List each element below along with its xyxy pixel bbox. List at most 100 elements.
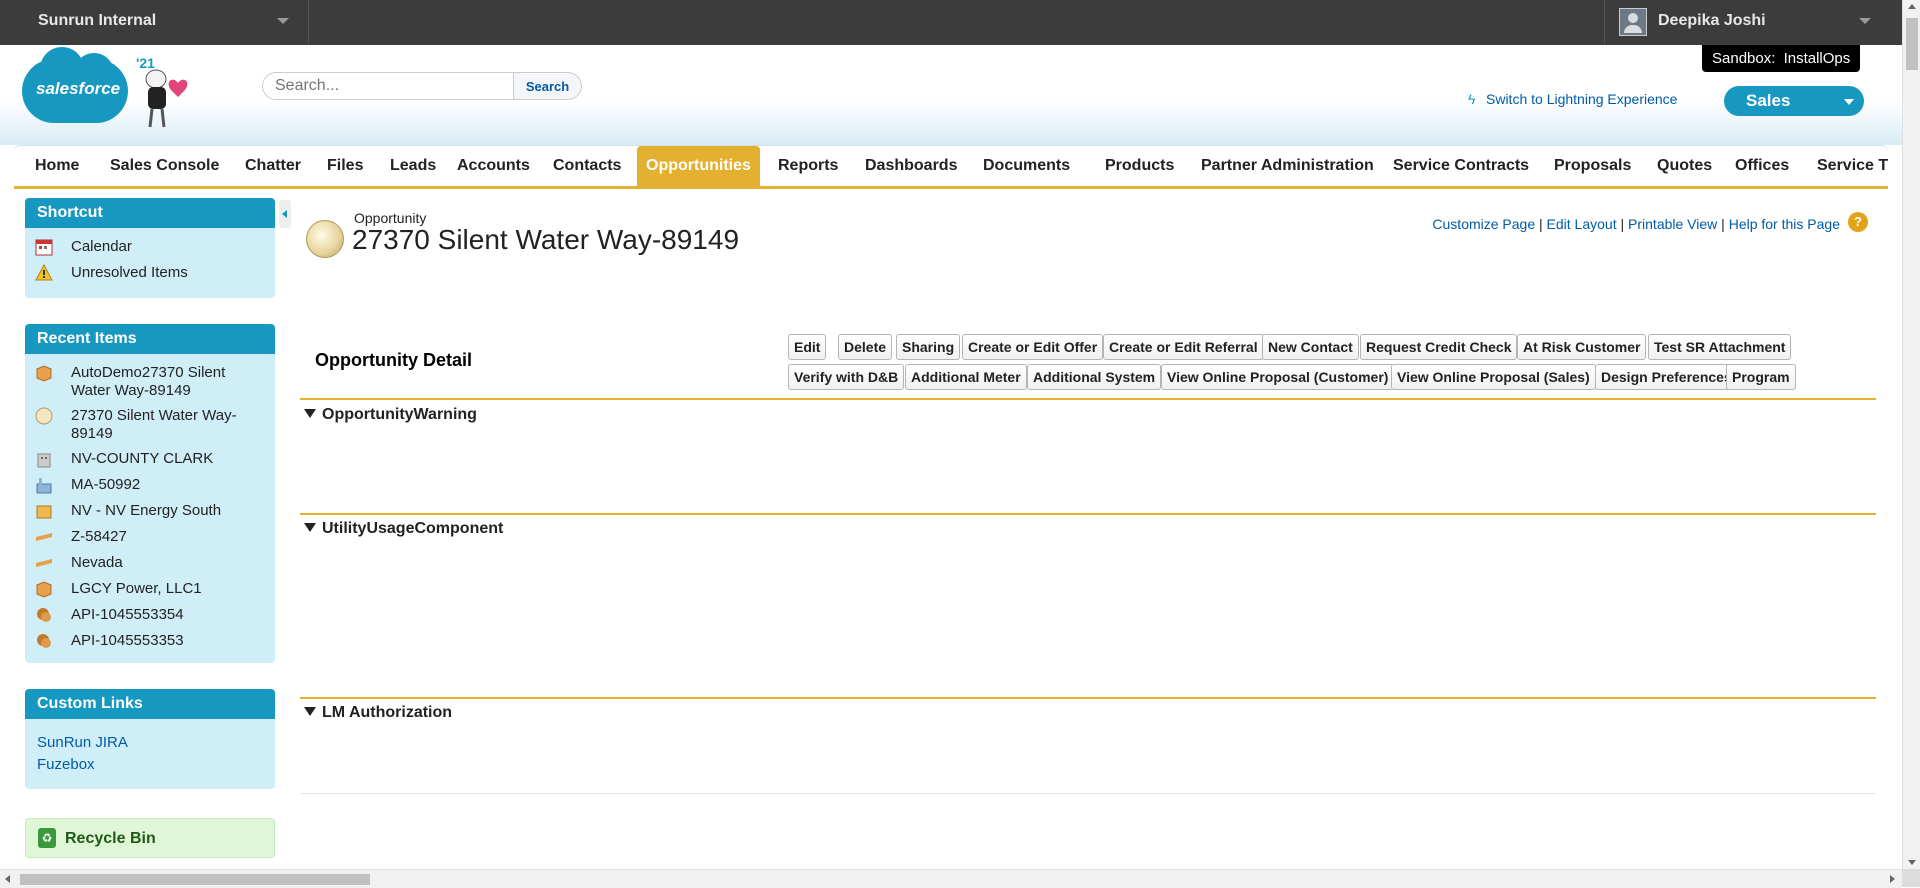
package-icon	[36, 365, 52, 382]
custom-links-panel: SunRun JIRA Fuzebox	[25, 719, 275, 789]
mascot-icon	[145, 69, 188, 128]
app-menu-label: Sales	[1746, 91, 1791, 110]
section-utility-usage[interactable]: UtilityUsageComponent	[304, 520, 503, 538]
tab-documents[interactable]: Documents	[974, 146, 1079, 186]
create-edit-referral-button[interactable]: Create or Edit Referral	[1103, 334, 1264, 360]
sandbox-label: Sandbox:	[1712, 50, 1776, 67]
shortcut-panel: Calendar Unresolved Items	[25, 228, 275, 298]
section-divider	[300, 793, 1876, 794]
opportunity-icon	[35, 407, 53, 425]
sharing-button[interactable]: Sharing	[896, 334, 961, 360]
recycle-icon: ♻	[38, 828, 56, 848]
org-switcher[interactable]: Sunrun Internal	[0, 0, 309, 45]
tab-service-tr[interactable]: Service Tr	[1808, 146, 1888, 186]
chevron-down-icon	[1859, 18, 1871, 24]
recent-item-label: MA-50992	[71, 476, 141, 493]
salesforce-logo[interactable]: salesforce	[22, 47, 128, 123]
app-menu-button[interactable]: Sales	[1724, 86, 1864, 116]
tab-offices[interactable]: Offices	[1726, 146, 1798, 186]
horizontal-scrollbar[interactable]	[0, 869, 1902, 888]
tab-contacts[interactable]: Contacts	[544, 146, 630, 186]
custom-link-jira[interactable]: SunRun JIRA	[37, 734, 128, 751]
tab-dashboards[interactable]: Dashboards	[856, 146, 966, 186]
at-risk-customer-button[interactable]: At Risk Customer	[1517, 334, 1647, 360]
scroll-left-icon[interactable]	[5, 875, 10, 883]
tab-accounts[interactable]: Accounts	[448, 146, 539, 186]
section-divider	[300, 697, 1876, 699]
section-label: UtilityUsageComponent	[322, 520, 504, 537]
request-credit-check-button[interactable]: Request Credit Check	[1360, 334, 1518, 360]
caret-down-icon	[304, 707, 316, 716]
section-label: OpportunityWarning	[322, 406, 477, 423]
building-icon	[37, 453, 51, 468]
tab-files[interactable]: Files	[318, 146, 372, 186]
tab-proposals[interactable]: Proposals	[1545, 146, 1640, 186]
sandbox-badge: Sandbox: InstallOps	[1702, 45, 1861, 72]
section-lm-authorization[interactable]: LM Authorization	[304, 704, 452, 722]
section-opportunity-warning[interactable]: OpportunityWarning	[304, 406, 477, 424]
recent-item-label: AutoDemo27370 Silent Water Way-89149	[71, 364, 226, 399]
scrollbar-thumb[interactable]	[1906, 18, 1918, 70]
global-search: Search	[262, 72, 582, 102]
tab-sales-console[interactable]: Sales Console	[101, 146, 228, 186]
additional-system-button[interactable]: Additional System	[1027, 364, 1162, 390]
customize-page-link[interactable]: Customize Page	[1432, 216, 1535, 232]
scroll-down-icon[interactable]	[1908, 860, 1916, 865]
switch-lightning-link[interactable]: ϟ Switch to Lightning Experience	[1468, 91, 1677, 107]
edit-layout-link[interactable]: Edit Layout	[1547, 216, 1617, 232]
help-icon[interactable]: ?	[1848, 212, 1868, 232]
verify-dnb-button[interactable]: Verify with D&B	[788, 364, 905, 390]
custom-links-title: Custom Links	[25, 689, 275, 719]
scroll-up-icon[interactable]	[1908, 4, 1916, 9]
tab-reports[interactable]: Reports	[769, 146, 847, 186]
plane-icon	[36, 559, 52, 567]
delete-button[interactable]: Delete	[838, 334, 893, 360]
edit-button[interactable]: Edit	[788, 334, 827, 360]
recycle-bin[interactable]: ♻ Recycle Bin	[25, 818, 275, 858]
tab-quotes[interactable]: Quotes	[1648, 146, 1721, 186]
sidebar-item-label: Calendar	[71, 238, 132, 255]
tab-leads[interactable]: Leads	[381, 146, 445, 186]
custom-link-fuzebox[interactable]: Fuzebox	[37, 756, 95, 773]
sidebar-item-label: Unresolved Items	[71, 264, 188, 281]
section-label: LM Authorization	[322, 704, 453, 721]
tab-bar: Home Sales Console Chatter Files Leads A…	[14, 146, 1888, 189]
tab-service-contracts[interactable]: Service Contracts	[1384, 146, 1538, 186]
detail-title: Opportunity Detail	[315, 350, 472, 370]
tab-partner-administration[interactable]: Partner Administration	[1192, 146, 1383, 186]
shortcut-title: Shortcut	[25, 198, 275, 228]
vertical-scrollbar[interactable]	[1902, 0, 1920, 869]
view-proposal-customer-button[interactable]: View Online Proposal (Customer)	[1161, 364, 1395, 390]
printable-view-link[interactable]: Printable View	[1628, 216, 1717, 232]
search-button[interactable]: Search	[514, 72, 582, 100]
additional-meter-button[interactable]: Additional Meter	[905, 364, 1027, 390]
view-proposal-sales-button[interactable]: View Online Proposal (Sales)	[1391, 364, 1596, 390]
scroll-right-icon[interactable]	[1890, 875, 1895, 883]
program-button[interactable]: Program	[1726, 364, 1796, 390]
recent-item-label: Z-58427	[71, 528, 127, 545]
sidebar-collapse-handle[interactable]	[279, 200, 291, 228]
create-edit-offer-button[interactable]: Create or Edit Offer	[962, 334, 1104, 360]
box-icon	[36, 505, 52, 519]
tab-opportunities[interactable]: Opportunities	[637, 146, 760, 186]
tab-home[interactable]: Home	[26, 146, 88, 186]
scrollbar-corner	[1902, 869, 1920, 887]
logo-text: salesforce	[36, 79, 121, 98]
section-divider	[300, 398, 1876, 400]
tab-chatter[interactable]: Chatter	[236, 146, 310, 186]
recent-item-label: API-1045553354	[71, 606, 184, 623]
design-preferences-button[interactable]: Design Preferences	[1595, 364, 1738, 390]
recent-item-label: NV - NV Energy South	[71, 502, 222, 519]
scrollbar-thumb[interactable]	[20, 874, 370, 885]
cookie-icon	[37, 608, 51, 622]
tab-products[interactable]: Products	[1096, 146, 1183, 186]
chevron-down-icon	[277, 18, 289, 24]
user-menu[interactable]: Deepika Joshi	[1604, 0, 1903, 45]
new-contact-button[interactable]: New Contact	[1262, 334, 1359, 360]
sandbox-name: InstallOps	[1783, 50, 1851, 67]
help-page-link[interactable]: Help for this Page	[1729, 216, 1840, 232]
chevron-down-icon	[1844, 99, 1854, 105]
search-input[interactable]	[262, 72, 514, 100]
test-sr-attachment-button[interactable]: Test SR Attachment	[1648, 334, 1792, 360]
calendar-icon	[35, 239, 53, 256]
